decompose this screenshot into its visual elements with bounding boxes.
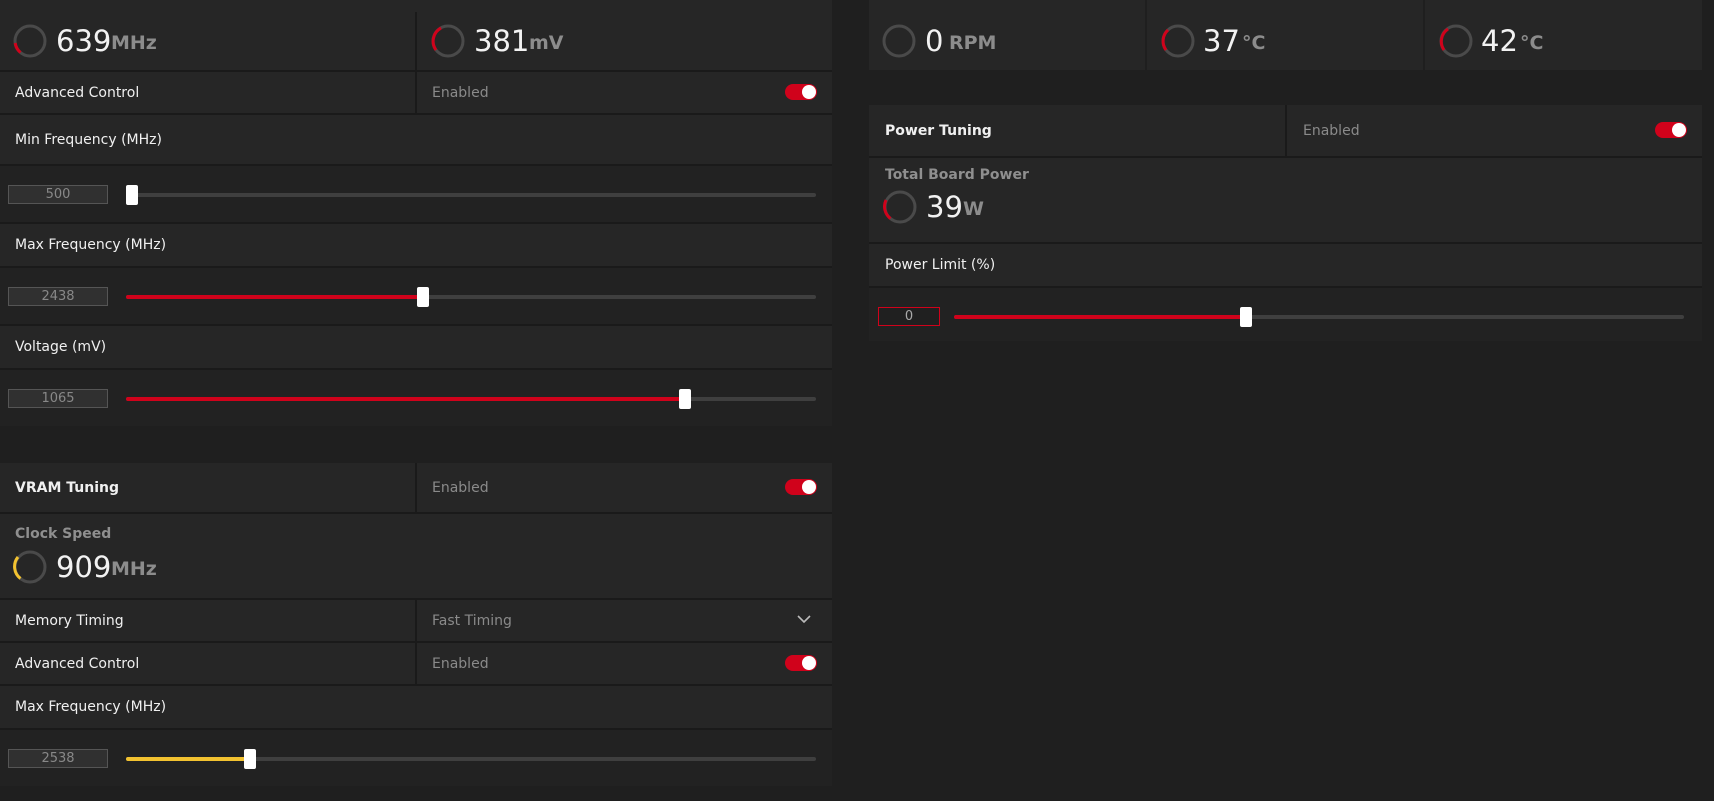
gpu-min-frequency-slider-row: 500 bbox=[0, 166, 832, 222]
gpu-advanced-control-toggle[interactable] bbox=[785, 84, 817, 100]
temperature-2-value: 42 bbox=[1481, 24, 1518, 58]
temperature-1-value: 37 bbox=[1203, 24, 1240, 58]
temperature-readout-2: 42 °C bbox=[1425, 0, 1702, 70]
gpu-min-frequency-header: Min Frequency (MHz) bbox=[0, 115, 832, 164]
temperature-1-unit: °C bbox=[1242, 32, 1266, 54]
gauge-icon bbox=[13, 550, 47, 584]
gpu-frequency-readout: 639 MHz bbox=[0, 0, 415, 70]
fan-speed-readout: 0 RPM bbox=[869, 0, 1145, 70]
vram-clock-unit: MHz bbox=[111, 558, 157, 580]
gpu-frequency-value: 639 bbox=[56, 24, 112, 58]
slider-thumb[interactable] bbox=[1240, 307, 1252, 327]
gpu-max-frequency-label: Max Frequency (MHz) bbox=[15, 237, 167, 253]
gpu-min-frequency-label: Min Frequency (MHz) bbox=[15, 131, 162, 148]
gpu-voltage-label: Voltage (mV) bbox=[15, 339, 107, 355]
gpu-voltage-value: 381 bbox=[474, 24, 530, 58]
vram-max-frequency-label: Max Frequency (MHz) bbox=[15, 699, 167, 715]
vram-clock-value: 909 bbox=[56, 550, 112, 584]
total-board-power-label: Total Board Power bbox=[885, 167, 1029, 183]
fan-speed-unit: RPM bbox=[949, 32, 997, 54]
vram-clock-speed: Clock Speed 909 MHz bbox=[0, 514, 832, 598]
gauge-icon bbox=[431, 24, 465, 58]
slider-thumb[interactable] bbox=[416, 287, 429, 307]
vram-tuning-title: VRAM Tuning bbox=[15, 479, 119, 496]
vram-max-frequency-input[interactable]: 2538 bbox=[8, 749, 108, 768]
gauge-icon bbox=[1161, 24, 1195, 58]
power-limit-slider-row: 0 bbox=[869, 288, 1702, 341]
gauge-icon bbox=[1439, 24, 1473, 58]
gpu-voltage-unit: mV bbox=[529, 32, 564, 54]
power-tuning-panel: Power Tuning Enabled Total Board Power 3… bbox=[869, 105, 1702, 341]
chevron-down-icon[interactable] bbox=[797, 614, 811, 624]
gpu-tuning-panel: 639 MHz 381 mV Advanced Control Enabled … bbox=[0, 0, 832, 426]
power-tuning-state: Enabled bbox=[1303, 122, 1360, 139]
memory-timing-dropdown[interactable]: Fast Timing bbox=[417, 600, 832, 641]
temperature-readout-1: 37 °C bbox=[1147, 0, 1423, 70]
gpu-max-frequency-header: Max Frequency (MHz) bbox=[0, 224, 832, 266]
temperature-2-unit: °C bbox=[1520, 32, 1544, 54]
slider-thumb[interactable] bbox=[126, 185, 138, 205]
total-board-power: Total Board Power 39 W bbox=[869, 158, 1702, 242]
vram-max-frequency-slider-row: 2538 bbox=[0, 730, 832, 786]
gpu-advanced-control-state: Enabled bbox=[432, 84, 489, 101]
gpu-min-frequency-input[interactable]: 500 bbox=[8, 185, 108, 204]
gpu-max-frequency-slider[interactable] bbox=[126, 287, 816, 307]
vram-advanced-control-label: Advanced Control bbox=[15, 655, 140, 672]
power-limit-slider[interactable] bbox=[954, 307, 1684, 327]
gauge-icon bbox=[882, 24, 916, 58]
power-tuning-toggle[interactable] bbox=[1655, 122, 1687, 138]
slider-thumb[interactable] bbox=[244, 749, 257, 769]
gpu-advanced-control-label: Advanced Control bbox=[15, 84, 140, 101]
gpu-voltage-slider-row: 1065 bbox=[0, 370, 832, 426]
slider-thumb[interactable] bbox=[678, 389, 691, 409]
gpu-max-frequency-slider-row: 2438 bbox=[0, 268, 832, 324]
gpu-voltage-slider[interactable] bbox=[126, 389, 816, 409]
vram-tuning-panel: VRAM Tuning Enabled Clock Speed 909 MHz … bbox=[0, 463, 832, 786]
vram-max-frequency-header: Max Frequency (MHz) bbox=[0, 686, 832, 728]
power-limit-header: Power Limit (%) bbox=[869, 244, 1702, 286]
fan-speed-value: 0 bbox=[925, 24, 944, 58]
vram-tuning-state: Enabled bbox=[432, 479, 489, 496]
power-limit-input[interactable]: 0 bbox=[878, 307, 940, 326]
memory-timing-label: Memory Timing bbox=[15, 612, 124, 629]
vram-clock-label: Clock Speed bbox=[15, 526, 112, 542]
memory-timing-value: Fast Timing bbox=[432, 612, 512, 629]
vram-max-frequency-slider[interactable] bbox=[126, 749, 816, 769]
gpu-voltage-header: Voltage (mV) bbox=[0, 326, 832, 368]
gauge-icon bbox=[883, 190, 917, 224]
power-limit-label: Power Limit (%) bbox=[885, 257, 996, 273]
gpu-frequency-unit: MHz bbox=[111, 32, 157, 54]
gpu-min-frequency-slider[interactable] bbox=[126, 185, 816, 205]
gpu-max-frequency-input[interactable]: 2438 bbox=[8, 287, 108, 306]
vram-tuning-toggle[interactable] bbox=[785, 479, 817, 495]
total-board-power-value: 39 bbox=[926, 190, 963, 224]
vram-advanced-control-state: Enabled bbox=[432, 655, 489, 672]
power-tuning-title: Power Tuning bbox=[885, 122, 992, 139]
gauge-icon bbox=[13, 24, 47, 58]
total-board-power-unit: W bbox=[963, 198, 984, 220]
gpu-voltage-readout: 381 mV bbox=[417, 0, 832, 70]
vram-advanced-control-toggle[interactable] bbox=[785, 655, 817, 671]
gpu-voltage-input[interactable]: 1065 bbox=[8, 389, 108, 408]
